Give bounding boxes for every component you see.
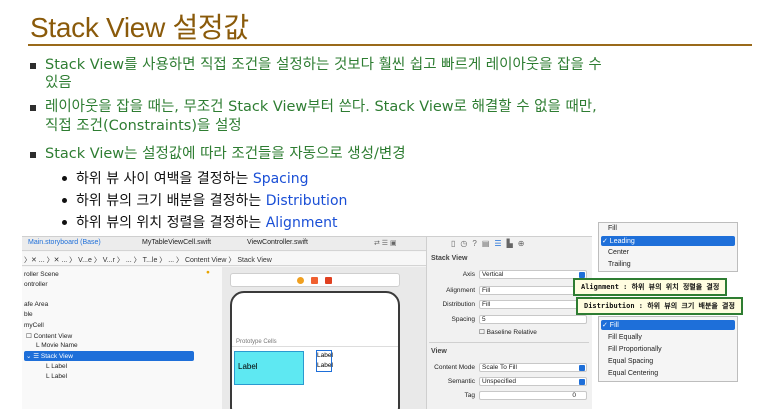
outline-item[interactable]: afe Area [24, 301, 48, 308]
alignment-option-leading[interactable]: ✓ Leading [602, 237, 635, 245]
cell-label-main[interactable]: Label [234, 351, 304, 385]
bullet-marker [30, 63, 36, 69]
editor-options-icon[interactable]: ⇄ ☰ ▣ [374, 239, 397, 247]
semantic-label: Semantic [447, 378, 475, 385]
distribution-option-equal-spacing[interactable]: Equal Spacing [608, 358, 653, 365]
inspector-divider [429, 342, 589, 343]
bullet-marker [30, 105, 36, 111]
spacing-label: Spacing [451, 316, 476, 323]
tab-mytableviewcell[interactable]: MyTableViewCell.swift [142, 239, 211, 246]
alignment-label: Alignment [446, 287, 475, 294]
tag-label: Tag [464, 392, 475, 399]
alignment-option-trailing[interactable]: Trailing [608, 261, 631, 268]
slide-title: Stack View 설정값 [30, 12, 249, 43]
first-responder-icon[interactable] [311, 277, 318, 284]
axis-popup[interactable]: Vertical [479, 270, 587, 279]
bullet-text-2a: 레이아웃을 잡을 때는, 무조건 Stack View부터 쓴다. Stack … [45, 99, 597, 115]
outline-item-movie-name[interactable]: L Movie Name [36, 342, 78, 349]
outline-item[interactable]: ble [24, 311, 33, 318]
distribution-option-equal-centering[interactable]: Equal Centering [608, 370, 658, 377]
alignment-callout: Alignment : 하위 뷰의 위치 정렬을 결정 [573, 278, 728, 296]
sub-bullet-dot [62, 176, 67, 181]
xcode-screenshot: Main.storyboard (Base) MyTableViewCell.s… [22, 236, 592, 409]
exit-icon[interactable] [325, 277, 332, 284]
outline-item-label[interactable]: L Label [46, 363, 67, 370]
outline-item[interactable]: ontroller [24, 281, 47, 288]
stack-label-a[interactable]: Label [317, 351, 333, 361]
sub-bullet-dot [62, 198, 67, 203]
outline-item-stack-view[interactable]: ⌄ ☰ Stack View [26, 352, 73, 360]
distribution-option-fill-proportionally[interactable]: Fill Proportionally [608, 346, 662, 353]
tag-field[interactable]: 0 [479, 391, 587, 400]
sub-bullet-dot [62, 220, 67, 225]
attributes-inspector: ▯◷?▤☰▙⊕ Stack View Axis Vertical Alignme… [426, 237, 592, 409]
outline-item-content-view[interactable]: ☐ Content View [26, 332, 72, 340]
view-controller-icon[interactable] [297, 277, 304, 284]
stack-label-b[interactable]: Label [317, 361, 333, 371]
view-section: View [431, 348, 447, 355]
bullet-text-1a: Stack View를 사용하면 직접 조건을 설정하는 것보다 훨씬 쉽고 빠… [45, 57, 602, 73]
sub-bullet-distribution: 하위 뷰의 크기 배분을 결정하는 Distribution [76, 193, 348, 209]
scene-dock [230, 273, 400, 287]
distribution-option-fill[interactable]: ✓ Fill [602, 321, 619, 329]
spacing-field[interactable]: 5 [479, 315, 587, 324]
menu-highlight [601, 320, 735, 330]
distribution-popup[interactable]: Fill [479, 300, 587, 309]
bullet-marker [30, 152, 36, 158]
semantic-popup[interactable]: Unspecified [479, 377, 587, 386]
editor-tab-bar: Main.storyboard (Base) MyTableViewCell.s… [22, 237, 426, 251]
prototype-cells-header: Prototype Cells [232, 337, 398, 347]
breadcrumb[interactable]: 〉✕ ... 〉✕ ... 〉 V...e 〉 V...r 〉 ... 〉 T.… [22, 252, 426, 266]
inspector-tab-icons[interactable]: ▯◷?▤☰▙⊕ [451, 239, 529, 248]
tab-main-storyboard[interactable]: Main.storyboard (Base) [28, 239, 101, 246]
content-mode-popup[interactable]: Scale To Fill [479, 363, 587, 372]
distribution-label: Distribution [442, 301, 475, 308]
outline-item-label[interactable]: L Label [46, 373, 67, 380]
stack-view-outline[interactable]: Label Label [316, 350, 333, 372]
device-frame: Prototype Cells Label Label Label [230, 291, 400, 409]
content-mode-label: Content Mode [434, 364, 475, 371]
alignment-option-center[interactable]: Center [608, 249, 629, 256]
alignment-option-fill[interactable]: Fill [608, 225, 617, 232]
warning-icon[interactable]: ● [206, 269, 210, 276]
alignment-popup[interactable]: Fill [479, 286, 587, 295]
sub-bullet-alignment: 하위 뷰의 위치 정렬을 결정하는 Alignment [76, 215, 338, 231]
bullet-text-3: Stack View는 설정값에 따라 조건들을 자동으로 생성/변경 [45, 146, 406, 162]
title-underline [28, 44, 752, 46]
document-outline: roller Scene ● ontroller afe Area ble my… [22, 267, 222, 409]
distribution-option-fill-equally[interactable]: Fill Equally [608, 334, 642, 341]
storyboard-canvas: Prototype Cells Label Label Label [222, 267, 426, 409]
sub-bullet-spacing: 하위 뷰 사이 여백을 결정하는 Spacing [76, 171, 309, 187]
outline-item[interactable]: myCell [24, 322, 44, 329]
tab-viewcontroller[interactable]: ViewController.swift [247, 239, 308, 246]
axis-label: Axis [462, 271, 475, 278]
alignment-menu: Fill ✓ Leading Center Trailing [598, 222, 738, 272]
bullet-text-2b: 직접 조건(Constraints)을 설정 [45, 118, 242, 134]
distribution-callout: Distribution : 하위 뷰의 크기 배분을 결정 [576, 297, 743, 315]
baseline-relative-checkbox[interactable]: ☐ Baseline Relative [479, 328, 537, 336]
outline-item[interactable]: roller Scene [24, 271, 59, 278]
bullet-text-1b: 있음 [45, 75, 72, 91]
stack-view-section: Stack View [431, 255, 468, 262]
distribution-menu: ✓ Fill Fill Equally Fill Proportionally … [598, 316, 738, 382]
